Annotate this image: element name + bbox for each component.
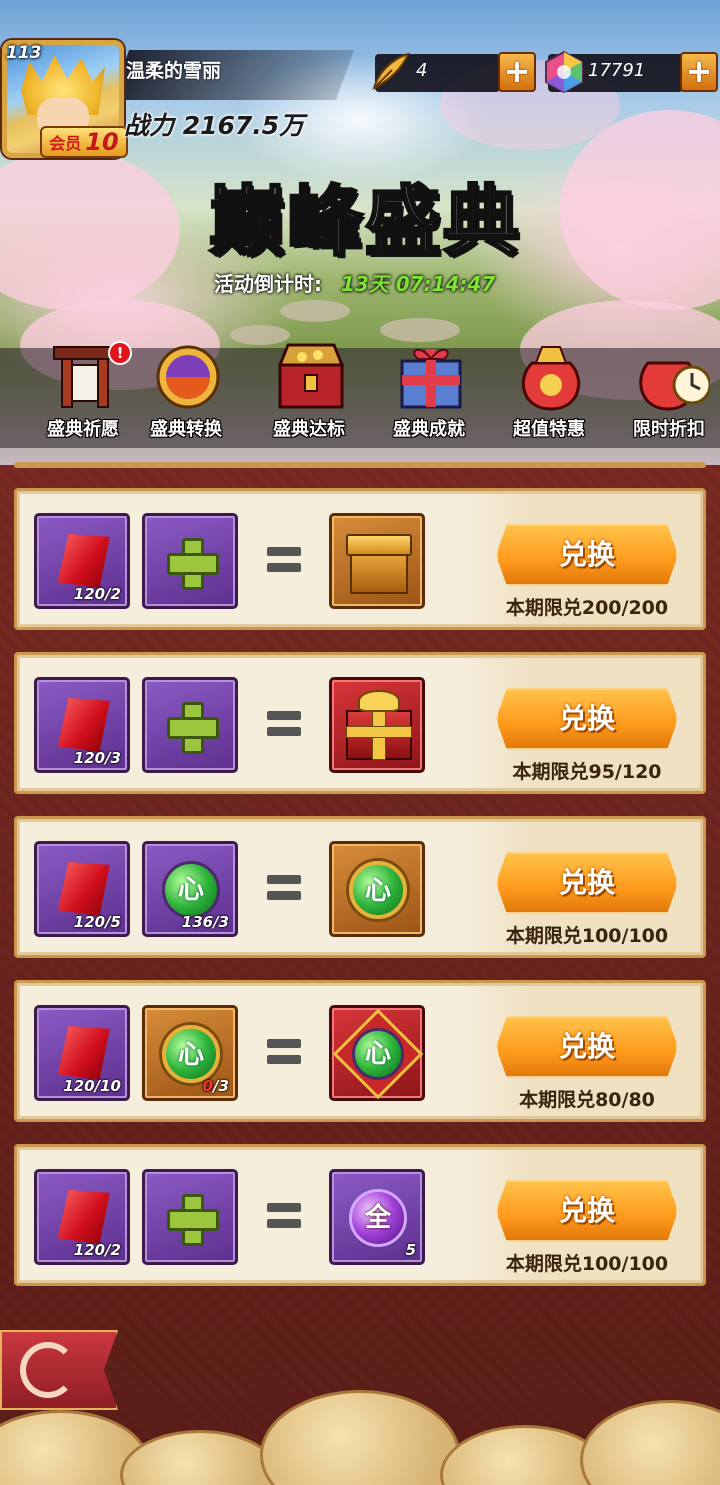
exchange-row: 120/2 兑换 本期限兑200/200 <box>14 488 706 630</box>
input-slot[interactable] <box>142 1169 238 1265</box>
input-slot[interactable]: 120/2 <box>34 1169 130 1265</box>
input-slot[interactable]: 心 0/3 <box>142 1005 238 1101</box>
exchange-button[interactable]: 兑换 <box>496 524 678 586</box>
clock-bag-icon <box>639 361 710 411</box>
tab-label: 盛典祈愿 <box>47 419 119 440</box>
player-level: 113 <box>6 43 42 63</box>
tab-label: 盛典成就 <box>393 419 465 440</box>
item-count: 120/5 <box>73 913 121 931</box>
plus-icon <box>167 1194 219 1246</box>
tab-label: 限时折扣 <box>633 419 705 440</box>
red-crystal-icon <box>51 1184 117 1250</box>
money-bag-icon <box>521 346 581 411</box>
countdown-label: 活动倒计时: <box>214 272 322 296</box>
orb-exchange-icon <box>156 345 220 409</box>
exchange-row: 120/5 心 136/3 心 兑换 本期限兑100/100 <box>14 816 706 958</box>
item-count: 136/3 <box>181 913 229 931</box>
framed-green-heart-orb-icon: 心 <box>162 1025 220 1083</box>
tab-value-deal[interactable]: 超值特惠 <box>494 335 604 447</box>
rainbow-gem-icon <box>545 50 583 94</box>
exchange-button[interactable]: 兑换 <box>496 1016 678 1078</box>
input-slot[interactable] <box>142 677 238 773</box>
swirl-flag-icon <box>20 1342 76 1398</box>
vip-label: 会员 <box>49 134 82 153</box>
tab-convert[interactable]: 盛典转换 <box>131 335 241 447</box>
feather-count: 4 <box>416 60 428 81</box>
tab-achievement[interactable]: 盛典成就 <box>374 335 484 447</box>
input-slot[interactable]: 120/5 <box>34 841 130 937</box>
plus-icon <box>167 702 219 754</box>
output-slot[interactable] <box>329 677 425 773</box>
tab-label: 超值特惠 <box>513 419 585 440</box>
tab-label: 盛典达标 <box>273 419 345 440</box>
exchange-limit: 本期限兑200/200 <box>505 597 669 619</box>
treasure-chest-icon <box>277 343 345 409</box>
exchange-limit: 本期限兑95/120 <box>512 761 662 783</box>
input-slot[interactable]: 120/10 <box>34 1005 130 1101</box>
tab-limited-discount[interactable]: 限时折扣 <box>614 335 720 447</box>
item-count: 120/2 <box>73 585 121 603</box>
output-slot[interactable]: 心 <box>329 841 425 937</box>
vip-badge[interactable]: 会员 10 <box>40 126 128 158</box>
output-slot[interactable] <box>329 513 425 609</box>
feather-icon <box>372 52 410 90</box>
gift-box-icon <box>400 348 462 409</box>
equals-icon <box>267 543 301 575</box>
output-slot[interactable]: 心 <box>329 1005 425 1101</box>
exchange-limit: 本期限兑100/100 <box>505 925 669 947</box>
red-crystal-icon <box>51 528 117 594</box>
countdown-value: 13天 07:14:47 <box>340 272 496 296</box>
purple-all-orb-icon: 全 <box>349 1189 407 1247</box>
tab-target[interactable]: 盛典达标 <box>254 335 364 447</box>
panel-top-rim <box>14 462 706 468</box>
red-crystal-icon <box>51 692 117 758</box>
exchange-limit: 本期限兑80/80 <box>519 1089 655 1111</box>
alert-badge: ! <box>108 341 132 365</box>
exchange-row: 120/2 全 5 兑换 本期限兑100/100 <box>14 1144 706 1286</box>
equals-icon <box>267 871 301 903</box>
red-crystal-icon <box>51 856 117 922</box>
input-slot[interactable]: 120/2 <box>34 513 130 609</box>
add-gem-button[interactable]: + <box>680 52 718 92</box>
equals-icon <box>267 1199 301 1231</box>
exchange-limit: 本期限兑100/100 <box>505 1253 669 1275</box>
equals-icon <box>267 707 301 739</box>
plus-icon <box>167 538 219 590</box>
exchange-button[interactable]: 兑换 <box>496 688 678 750</box>
tab-label: 盛典转换 <box>150 419 222 440</box>
diamond-green-heart-orb-icon: 心 <box>352 1028 404 1080</box>
exchange-row: 120/10 心 0/3 心 兑换 本期限兑80/80 <box>14 980 706 1122</box>
input-slot[interactable]: 120/3 <box>34 677 130 773</box>
input-slot[interactable] <box>142 513 238 609</box>
item-count: 120/2 <box>73 1241 121 1259</box>
golden-chest-icon <box>346 534 412 556</box>
input-slot[interactable]: 心 136/3 <box>142 841 238 937</box>
green-heart-orb-icon: 心 <box>162 861 220 919</box>
gem-count: 17791 <box>588 60 646 81</box>
item-count: 5 <box>405 1241 416 1259</box>
exchange-button[interactable]: 兑换 <box>496 852 678 914</box>
item-count: 120/3 <box>73 749 121 767</box>
event-title: 巅峰盛典 <box>208 176 521 268</box>
framed-green-heart-orb-icon: 心 <box>349 861 407 919</box>
event-countdown: 活动倒计时: 13天 07:14:47 <box>214 268 495 297</box>
item-count: 0/3 <box>202 1077 229 1095</box>
back-flag-button[interactable] <box>0 1330 118 1410</box>
exchange-button[interactable]: 兑换 <box>496 1180 678 1242</box>
exchange-row: 120/3 兑换 本期限兑95/120 <box>14 652 706 794</box>
equals-icon <box>267 1035 301 1067</box>
combat-power: 战力 2167.5万 <box>124 111 305 140</box>
vip-level: 10 <box>85 128 119 156</box>
add-feather-button[interactable]: + <box>498 52 536 92</box>
output-slot[interactable]: 全 5 <box>329 1169 425 1265</box>
player-name: 温柔的雪丽 <box>126 60 222 82</box>
red-crystal-icon <box>51 1020 117 1086</box>
item-count: 120/10 <box>63 1077 121 1095</box>
